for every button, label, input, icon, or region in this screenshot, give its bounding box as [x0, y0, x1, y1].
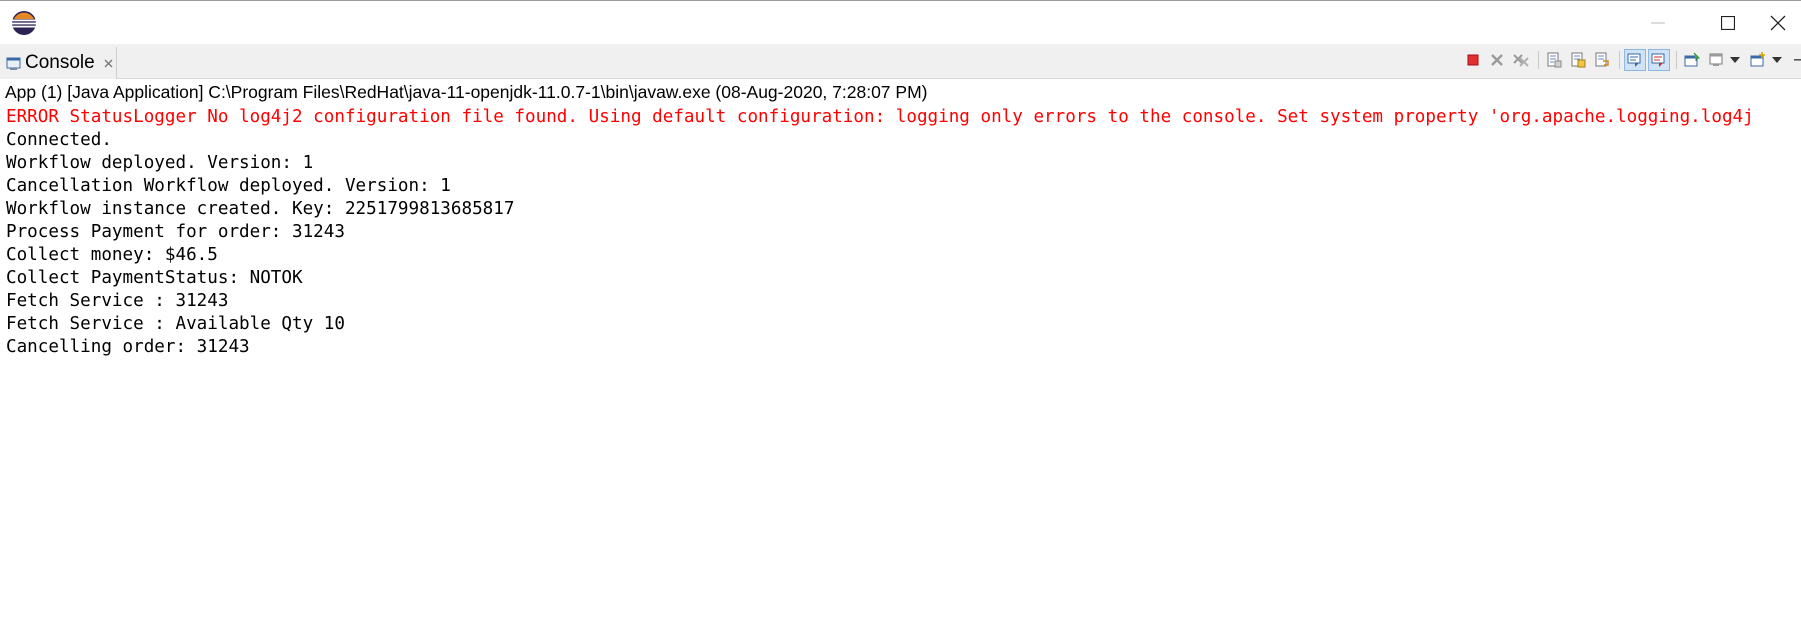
tab-console[interactable]: Console — [0, 47, 117, 79]
console-line: Connected. — [6, 130, 112, 150]
display-selected-console-button[interactable] — [1705, 49, 1727, 71]
scroll-lock-button[interactable] — [1567, 49, 1589, 71]
pin-console-button[interactable] — [1681, 49, 1703, 71]
toolbar-separator — [1676, 51, 1677, 69]
toolbar-separator — [1619, 51, 1620, 69]
close-icon — [1770, 15, 1786, 31]
show-on-stderr-icon — [1651, 53, 1665, 67]
remove-launch-icon — [1491, 54, 1503, 66]
console-line: Process Payment for order: 31243 — [6, 222, 345, 242]
minimize-icon — [1651, 22, 1665, 24]
console-line-error: ERROR StatusLogger No log4j2 configurati… — [6, 107, 1754, 127]
clear-console-icon — [1547, 52, 1562, 68]
minimize-button[interactable] — [1628, 1, 1688, 45]
remove-all-terminated-button[interactable] — [1510, 49, 1532, 71]
view-menu-button[interactable] — [1789, 49, 1801, 71]
clear-console-button[interactable] — [1543, 49, 1565, 71]
console-line: Fetch Service : Available Qty 10 — [6, 314, 345, 334]
display-dropdown-icon — [1730, 57, 1740, 63]
console-output[interactable]: ERROR StatusLogger No log4j2 configurati… — [6, 106, 1801, 626]
window-titlebar — [0, 0, 1801, 44]
show-on-stdout-button[interactable] — [1624, 49, 1646, 71]
remove-all-terminated-icon — [1513, 54, 1529, 67]
show-on-stdout-icon — [1627, 53, 1641, 67]
open-console-icon — [1750, 52, 1765, 67]
console-toolbar — [1462, 47, 1801, 73]
open-console-button[interactable] — [1747, 49, 1769, 71]
console-icon — [6, 57, 21, 70]
word-wrap-icon — [1595, 52, 1609, 67]
console-line: Collect money: $46.5 — [6, 245, 218, 265]
scroll-lock-icon — [1571, 52, 1586, 68]
open-console-dropdown-icon — [1772, 57, 1782, 63]
console-line: Collect PaymentStatus: NOTOK — [6, 268, 303, 288]
maximize-button[interactable] — [1698, 1, 1758, 45]
tab-close-icon[interactable] — [102, 57, 115, 70]
display-selected-console-icon — [1709, 53, 1723, 66]
view-menu-icon — [1794, 59, 1801, 61]
toolbar-separator — [1538, 51, 1539, 69]
console-line: Cancelling order: 31243 — [6, 337, 250, 357]
console-line: Fetch Service : 31243 — [6, 291, 229, 311]
tab-label: Console — [25, 52, 95, 73]
console-line: Cancellation Workflow deployed. Version:… — [6, 176, 451, 196]
remove-launch-button[interactable] — [1486, 49, 1508, 71]
eclipse-icon — [12, 11, 36, 35]
close-button[interactable] — [1770, 1, 1801, 45]
maximize-icon — [1721, 16, 1735, 30]
show-on-stderr-button[interactable] — [1648, 49, 1670, 71]
console-line: Workflow instance created. Key: 22517998… — [6, 199, 515, 219]
display-console-dropdown[interactable] — [1729, 49, 1741, 71]
process-label: App (1) [Java Application] C:\Program Fi… — [5, 82, 928, 102]
pin-console-icon — [1684, 52, 1700, 67]
console-line: Workflow deployed. Version: 1 — [6, 153, 314, 173]
word-wrap-button[interactable] — [1591, 49, 1613, 71]
open-console-dropdown[interactable] — [1771, 49, 1783, 71]
terminate-icon — [1467, 54, 1479, 66]
terminate-button[interactable] — [1462, 49, 1484, 71]
